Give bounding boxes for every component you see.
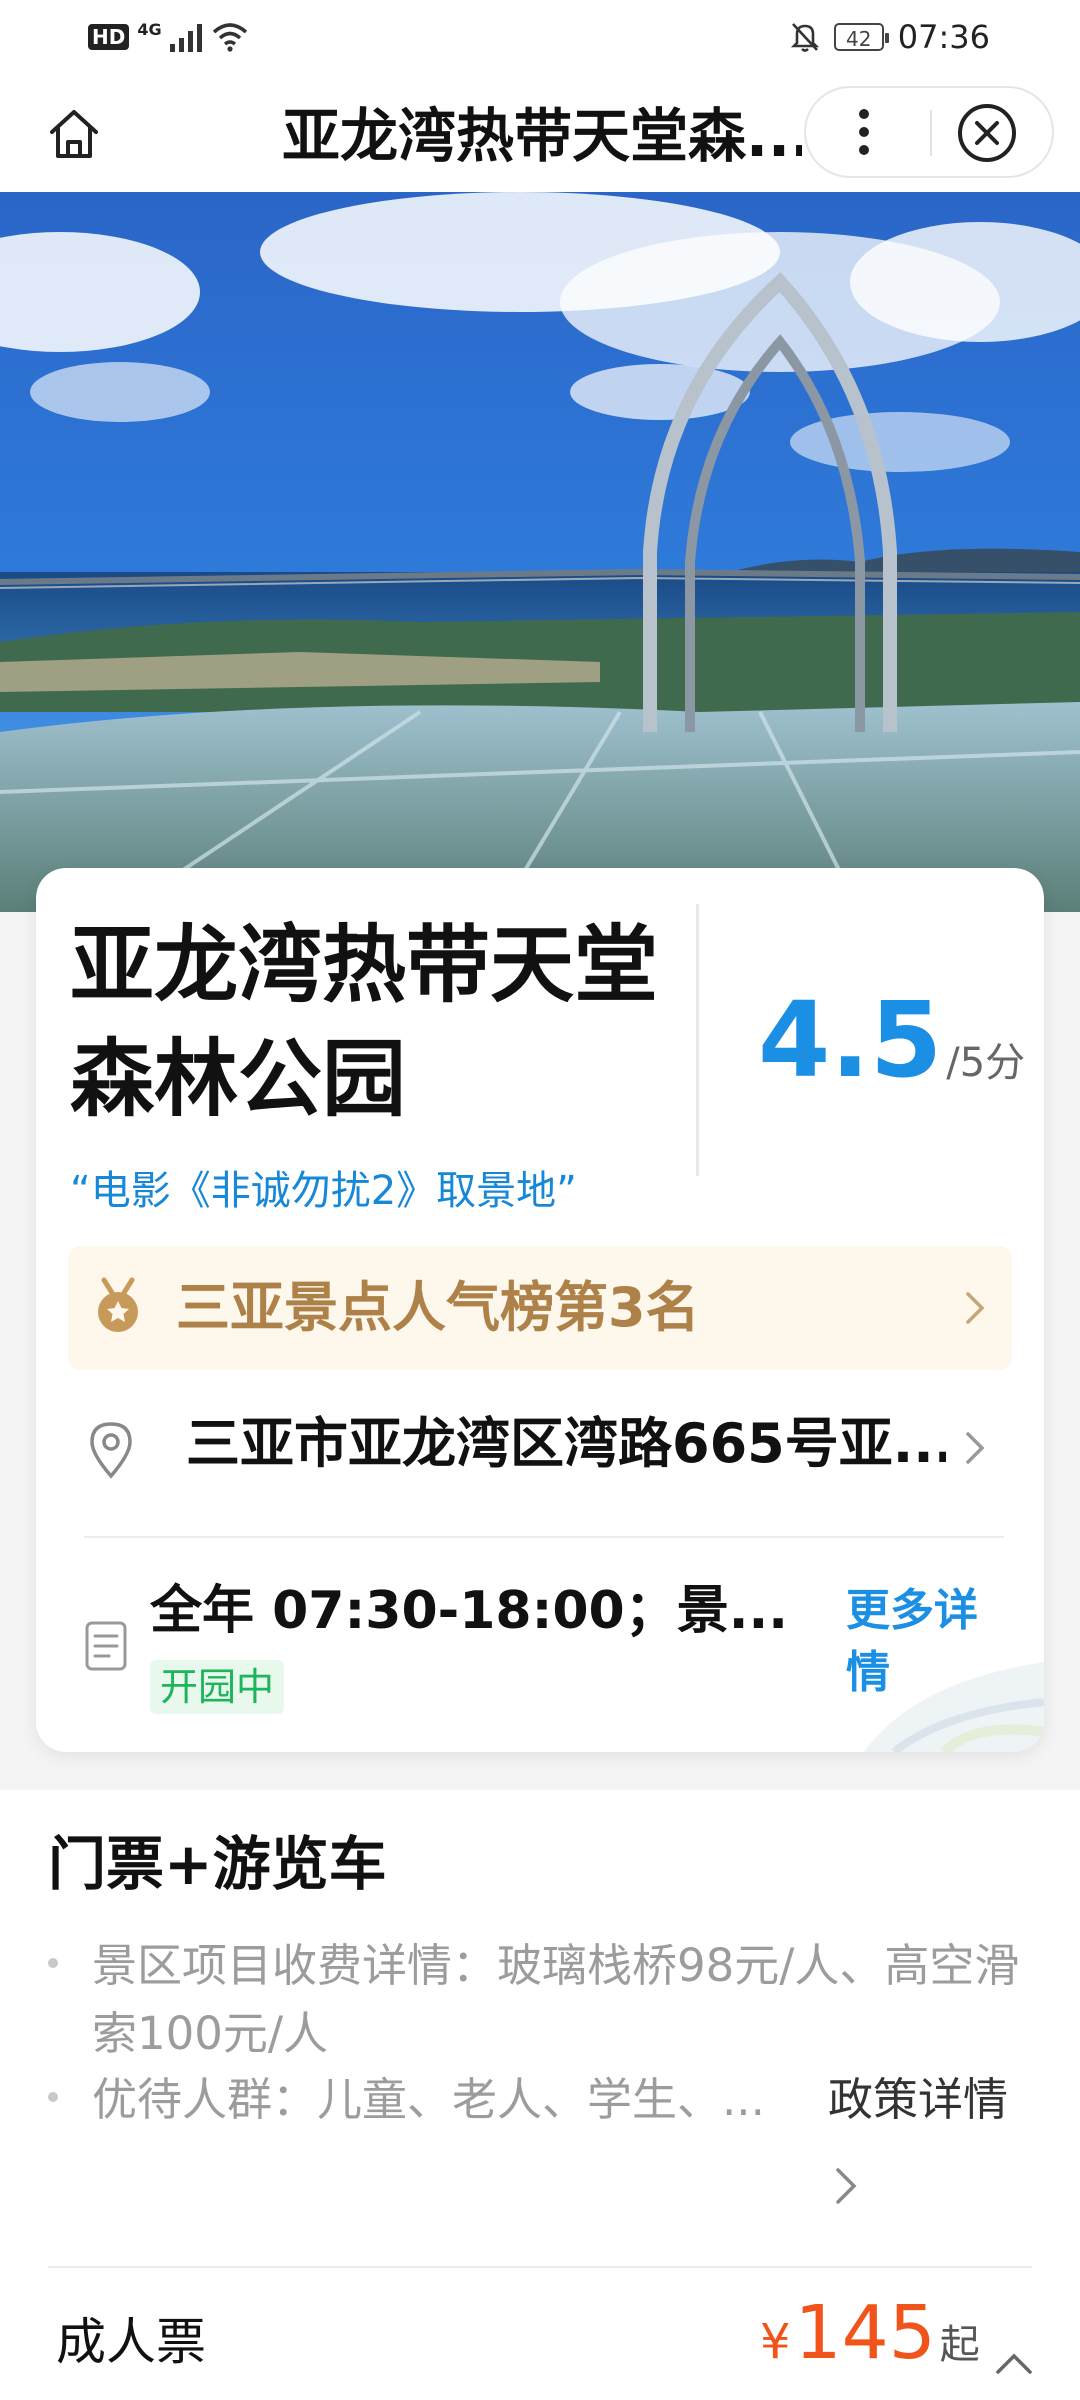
hero-carousel[interactable] [0,192,1080,912]
mute-bell-icon [790,23,819,52]
policy-details-link[interactable]: 政策详情 [828,2066,1008,2134]
rating-score: 4.5 [758,979,943,1101]
rating-total: /5分 [946,1040,1026,1086]
discount-groups-text: 优待人群：儿童、老人、学生、... [92,2073,765,2126]
mini-program-capsule [804,86,1054,178]
document-icon [85,1621,127,1671]
nav-bar: 亚龙湾热带天堂森... [0,80,1080,192]
home-icon[interactable] [44,104,104,164]
popularity-rank-banner[interactable]: 三亚景点人气榜第3名 [68,1246,1012,1370]
vertical-divider [696,904,699,1176]
battery-indicator: 42 [833,23,889,51]
price-suffix: 起 [939,2322,980,2368]
attraction-name: 亚龙湾热带天堂森林公园 [70,916,659,1128]
chevron-right-icon [966,1432,985,1464]
bullet-dot [48,1958,58,1968]
map-decoration [864,1662,1044,1752]
currency-symbol: ¥ [760,2314,791,2370]
attraction-info-card: 亚龙湾热带天堂森林公园 “电影《非诚勿扰2》取景地” 4.5 /5分 三亚景点人… [36,868,1044,1752]
status-right: 42 07:36 [790,18,990,56]
more-icon[interactable] [834,102,894,162]
location-pin-icon [90,1422,132,1479]
capsule-divider [930,110,932,156]
chevron-right-icon[interactable] [834,2166,858,2206]
attraction-slogan: “电影《非诚勿扰2》取景地” [70,1168,577,1214]
ticket-section: 门票+游览车 景区项目收费详情：玻璃栈桥98元/人、高空滑索100元/人 优待人… [0,1790,1080,2400]
open-status-badge: 开园中 [150,1660,285,1714]
hd-indicator: HD [88,24,130,50]
address-text: 三亚市亚龙湾区湾路665号亚... [186,1412,946,1475]
clock: 07:36 [897,18,990,56]
ticket-type-name: 成人票 [56,2313,206,2371]
ticket-price: ¥ 145 起 [760,2290,980,2376]
page-title: 亚龙湾热带天堂森... [282,104,802,168]
rank-text: 三亚景点人气榜第3名 [176,1276,700,1339]
chevron-right-icon [966,1292,985,1324]
section-title: 门票+游览车 [48,1830,387,1898]
bullet-dot [48,2092,58,2102]
medal-icon [98,1277,138,1332]
close-icon[interactable] [956,102,1018,164]
divider [84,1536,1004,1538]
hero-photo [0,192,1080,912]
divider [48,2266,1032,2268]
status-left: HD 4G [88,19,248,52]
price-value: 145 [794,2290,936,2376]
status-bar: HD 4G 42 07:36 [0,0,1080,80]
network-type: 4G [137,19,162,39]
signal-icon [169,24,202,52]
chevron-up-icon[interactable] [994,2350,1034,2376]
opening-hours: 全年 07:30-18:00；景... [150,1581,788,1641]
fee-details-text: 景区项目收费详情：玻璃栈桥98元/人、高空滑索100元/人 [92,1939,1020,2060]
wifi-icon [212,23,247,52]
address-row[interactable]: 三亚市亚龙湾区湾路665号亚... [68,1388,1012,1504]
rating[interactable]: 4.5 /5分 [758,988,1025,1092]
